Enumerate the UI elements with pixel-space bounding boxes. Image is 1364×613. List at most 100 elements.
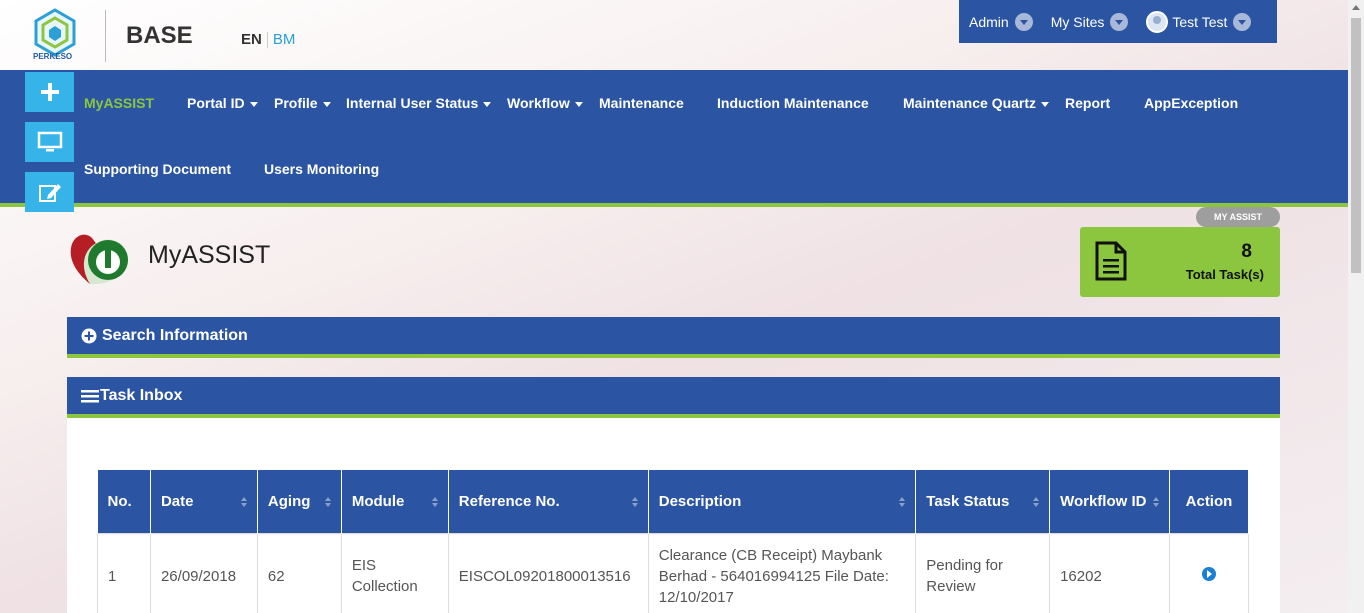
plus-circle-icon	[81, 328, 97, 343]
column-header: Action	[1169, 470, 1250, 533]
user-menu[interactable]: Test Test	[1146, 10, 1252, 33]
monitor-icon	[37, 131, 62, 152]
caret-down-icon	[483, 101, 492, 107]
nav-item-myassist[interactable]: MyASSIST	[84, 95, 154, 111]
nav-label: Maintenance Quartz	[903, 95, 1037, 111]
search-panel-header[interactable]: Search Information	[67, 317, 1280, 358]
header-label: Reference No.	[458, 492, 560, 510]
nav-item-internal-user-status[interactable]: Internal User Status	[346, 95, 492, 111]
nav-item-report[interactable]: Report	[1065, 95, 1110, 111]
nav-item-maintenance[interactable]: Maintenance	[599, 95, 684, 111]
chevron-down-icon	[1014, 12, 1033, 31]
header-label: Module	[351, 492, 405, 510]
column-header[interactable]: Module	[341, 470, 449, 533]
arrow-circle-right-icon[interactable]	[1201, 566, 1216, 581]
sort-icon	[1152, 497, 1161, 509]
breadcrumb-label: MY ASSIST	[1213, 212, 1262, 222]
sort-icon	[431, 497, 440, 509]
logo-text: PERKESO	[33, 52, 73, 61]
cell-workflow-id: 16202	[1049, 532, 1170, 613]
chevron-down-icon	[1110, 12, 1129, 31]
task-label: Total Task(s)	[1185, 267, 1264, 282]
caret-down-icon	[249, 101, 258, 107]
caret-down-icon	[322, 101, 331, 107]
nav-item-maintenance-quartz[interactable]: Maintenance Quartz	[903, 95, 1050, 111]
header-label: Aging	[267, 492, 311, 510]
sort-icon	[631, 497, 640, 509]
admin-menu[interactable]: Admin	[969, 12, 1033, 31]
lang-en-link[interactable]: EN	[241, 31, 262, 48]
column-header[interactable]: Reference No.	[448, 470, 649, 533]
table-header-row: No. Date Aging Module Reference No. Desc…	[97, 470, 1250, 533]
nav-label: Workflow	[507, 95, 570, 111]
scroll-up-icon[interactable]	[1352, 5, 1360, 10]
scroll-thumb[interactable]	[1351, 18, 1361, 273]
my-sites-label: My Sites	[1050, 13, 1105, 30]
nav-item-workflow[interactable]: Workflow	[507, 95, 583, 111]
scrollbar[interactable]	[1348, 0, 1364, 613]
main-nav: MyASSIST Portal ID Profile Internal User…	[0, 70, 1348, 207]
header-label: No.	[107, 492, 132, 510]
header-label: Action	[1185, 492, 1233, 510]
header-label: Task Status	[926, 492, 1010, 510]
cell-reference: EISCOL09201800013516	[447, 532, 649, 613]
cell-action	[1168, 532, 1250, 613]
task-count: 8	[1241, 241, 1252, 262]
cell-status: Pending for Review	[915, 532, 1051, 613]
nav-item-supporting-document[interactable]: Supporting Document	[84, 161, 231, 177]
column-header[interactable]: Description	[648, 470, 917, 533]
nav-item-appexception[interactable]: AppException	[1144, 95, 1238, 111]
nav-item-profile[interactable]: Profile	[274, 95, 331, 111]
sort-icon	[1033, 497, 1041, 509]
edit-icon	[38, 184, 61, 202]
nav-label: Internal User Status	[346, 95, 479, 111]
cell-module: EIS Collection	[340, 532, 449, 613]
header-label: Workflow ID	[1060, 492, 1147, 510]
sort-icon	[324, 497, 333, 509]
task-inbox-title: Task Inbox	[100, 386, 183, 404]
top-header: PERKESO BASE EN BM Admin My Sites Test Te…	[0, 0, 1348, 70]
document-icon	[1095, 241, 1127, 281]
caret-down-icon	[1041, 101, 1050, 107]
search-panel-title: Search Information	[102, 326, 248, 344]
nav-item-users-monitoring[interactable]: Users Monitoring	[264, 161, 379, 177]
column-header[interactable]: Date	[150, 470, 258, 533]
cell-description: Clearance (CB Receipt) Maybank Berhad - …	[647, 532, 917, 613]
nav-item-portal-id[interactable]: Portal ID	[187, 95, 258, 111]
task-inbox-header: Task Inbox	[67, 377, 1280, 418]
column-header[interactable]: No.	[97, 470, 151, 533]
header-label: Description	[658, 492, 742, 510]
task-table: No. Date Aging Module Reference No. Desc…	[97, 470, 1250, 613]
column-header[interactable]: Aging	[257, 470, 342, 533]
admin-label: Admin	[969, 13, 1009, 30]
cell-aging: 62	[256, 532, 342, 613]
my-sites-menu[interactable]: My Sites	[1050, 12, 1129, 31]
sort-icon	[240, 497, 249, 509]
cell-no: 1	[97, 532, 151, 613]
myassist-logo	[70, 234, 129, 284]
nav-label: Profile	[274, 95, 318, 111]
column-header[interactable]: Task Status	[915, 470, 1051, 533]
nav-item-induction-maintenance[interactable]: Induction Maintenance	[717, 95, 869, 111]
user-bar: Admin My Sites Test Test	[959, 0, 1277, 43]
column-header[interactable]: Workflow ID	[1049, 470, 1170, 533]
cell-date: 26/09/2018	[149, 532, 258, 613]
add-button[interactable]	[25, 72, 74, 112]
header-label: Date	[160, 492, 194, 510]
plus-icon	[40, 83, 59, 101]
desktop-button[interactable]	[25, 122, 74, 162]
header-divider	[105, 10, 106, 62]
page-title: MyASSIST	[148, 241, 271, 269]
caret-down-icon	[574, 101, 583, 107]
user-name: Test Test	[1172, 13, 1228, 30]
list-icon	[81, 389, 99, 402]
chevron-down-icon	[1233, 12, 1252, 31]
sort-icon	[899, 497, 907, 509]
breadcrumb[interactable]: MY ASSIST	[1196, 207, 1280, 227]
nav-label: Portal ID	[187, 95, 245, 111]
total-tasks-card[interactable]: 8 Total Task(s)	[1080, 227, 1280, 297]
edit-button[interactable]	[25, 172, 74, 212]
avatar	[1146, 10, 1169, 33]
language-switcher: EN BM	[241, 31, 296, 49]
lang-bm-link[interactable]: BM	[273, 31, 296, 48]
